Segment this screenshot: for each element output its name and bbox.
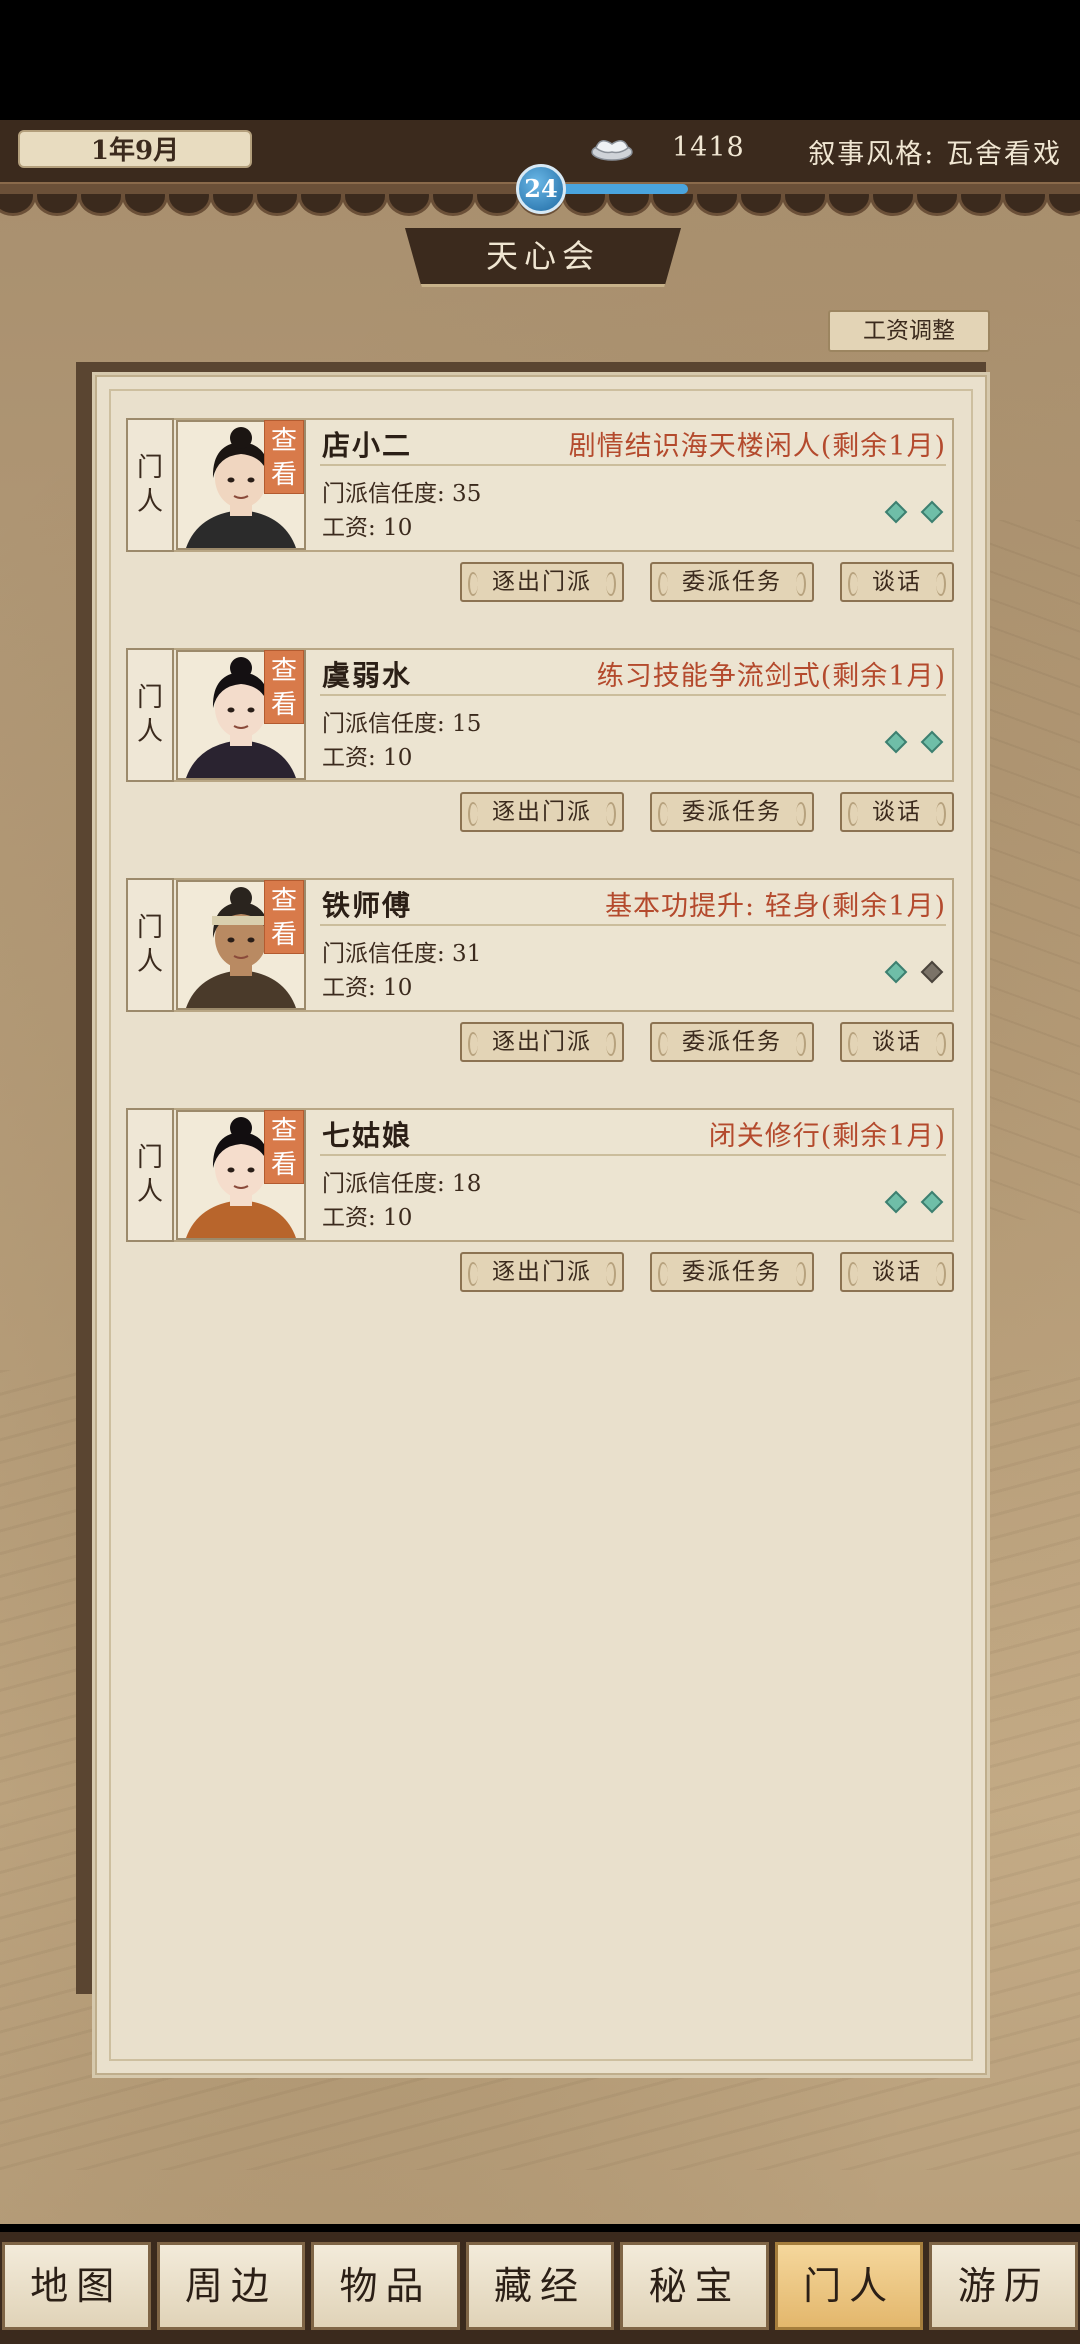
rank-badge: 门 人	[126, 418, 174, 552]
rank-char: 门	[136, 683, 163, 713]
rank-char: 门	[136, 913, 163, 943]
assign-button[interactable]: 委派任务	[650, 792, 814, 832]
member-wage: 工资: 10	[322, 975, 413, 1001]
member-trust: 门派信任度: 18	[322, 1171, 482, 1197]
nav-item[interactable]: 门人	[774, 2242, 924, 2330]
member-status: 基本功提升: 轻身(剩余1月)	[605, 891, 946, 922]
divider	[320, 464, 946, 466]
expel-button[interactable]: 逐出门派	[460, 792, 624, 832]
page-title: 天心会	[485, 237, 600, 275]
member-card: 门 人 查 看 七姑娘 闭关修行(剩余1月) 门派信任度: 18 工资: 10	[126, 1108, 954, 1242]
expel-button[interactable]: 逐出门派	[460, 562, 624, 602]
member-wage: 工资: 10	[322, 745, 413, 771]
member-status: 练习技能争流剑式(剩余1月)	[596, 661, 946, 692]
view-char: 查	[270, 656, 297, 686]
view-button[interactable]: 查 看	[264, 1110, 304, 1184]
nav-item[interactable]: 秘宝	[620, 2242, 769, 2330]
member-trust: 门派信任度: 15	[322, 711, 482, 737]
expel-button[interactable]: 逐出门派	[460, 1252, 624, 1292]
member-name: 铁师傅	[322, 889, 413, 922]
member-trust: 门派信任度: 35	[322, 481, 482, 507]
assign-button[interactable]: 委派任务	[650, 1252, 814, 1292]
view-char: 看	[270, 690, 297, 720]
member-name: 店小二	[322, 429, 413, 462]
view-char: 看	[270, 1150, 297, 1180]
wage-adjust-button[interactable]: 工资调整	[828, 310, 990, 352]
member-name: 虞弱水	[322, 659, 413, 692]
rank-char: 门	[136, 1143, 163, 1173]
talk-button[interactable]: 谈话	[840, 562, 954, 602]
silver-ingot-icon	[591, 140, 633, 161]
member-status: 闭关修行(剩余1月)	[708, 1121, 946, 1152]
divider	[320, 694, 946, 696]
nav-item[interactable]: 物品	[311, 2242, 460, 2330]
divider	[320, 1154, 946, 1156]
bottom-nav: 地图 周边 物品 藏经 秘宝 门人 游历	[0, 2232, 1080, 2344]
level-badge: 24	[516, 164, 566, 214]
nav-item[interactable]: 藏经	[465, 2242, 615, 2330]
rank-char: 门	[136, 453, 163, 483]
talk-button[interactable]: 谈话	[840, 1022, 954, 1062]
view-char: 查	[270, 886, 297, 916]
level-progress-bar	[560, 184, 688, 194]
talk-button[interactable]: 谈话	[840, 792, 954, 832]
assign-button[interactable]: 委派任务	[650, 1022, 814, 1062]
silver-amount: 1418	[672, 132, 745, 163]
rank-char: 人	[136, 487, 163, 517]
view-char: 查	[270, 1116, 297, 1146]
member-name: 七姑娘	[322, 1119, 413, 1152]
divider	[320, 924, 946, 926]
rank-char: 人	[136, 1177, 163, 1207]
member-status: 剧情结识海天楼闲人(剩余1月)	[568, 431, 946, 462]
member-wage: 工资: 10	[322, 515, 413, 541]
narrative-style[interactable]: 叙事风格: 瓦舍看戏	[808, 132, 1062, 171]
member-wage: 工资: 10	[322, 1205, 413, 1231]
view-button[interactable]: 查 看	[264, 880, 304, 954]
talk-button[interactable]: 谈话	[840, 1252, 954, 1292]
member-card: 门 人 查 看 虞弱水 练习技能争流剑式(剩余1月) 门派信任度: 15 工资:…	[126, 648, 954, 782]
assign-button[interactable]: 委派任务	[650, 562, 814, 602]
view-button[interactable]: 查 看	[264, 650, 304, 724]
view-button[interactable]: 查 看	[264, 420, 304, 494]
member-card: 门 人 查 看 铁师傅 基本功提升: 轻身(剩余1月) 门派信任度: 31 工资…	[126, 878, 954, 1012]
rank-char: 人	[136, 717, 163, 747]
date-display: 1年9月	[18, 130, 252, 168]
view-char: 看	[270, 920, 297, 950]
rank-char: 人	[136, 947, 163, 977]
expel-button[interactable]: 逐出门派	[460, 1022, 624, 1062]
nav-item[interactable]: 游历	[929, 2242, 1079, 2330]
member-card: 门 人 查 看 店小二 剧情结识海天楼闲人(剩余1月) 门派信任度: 35 工资…	[126, 418, 954, 552]
nav-item[interactable]: 周边	[156, 2242, 306, 2330]
rank-badge: 门 人	[126, 878, 174, 1012]
rank-badge: 门 人	[126, 648, 174, 782]
view-char: 看	[270, 460, 297, 490]
nav-item[interactable]: 地图	[2, 2242, 151, 2330]
view-char: 查	[270, 426, 297, 456]
member-trust: 门派信任度: 31	[322, 941, 482, 967]
rank-badge: 门 人	[126, 1108, 174, 1242]
